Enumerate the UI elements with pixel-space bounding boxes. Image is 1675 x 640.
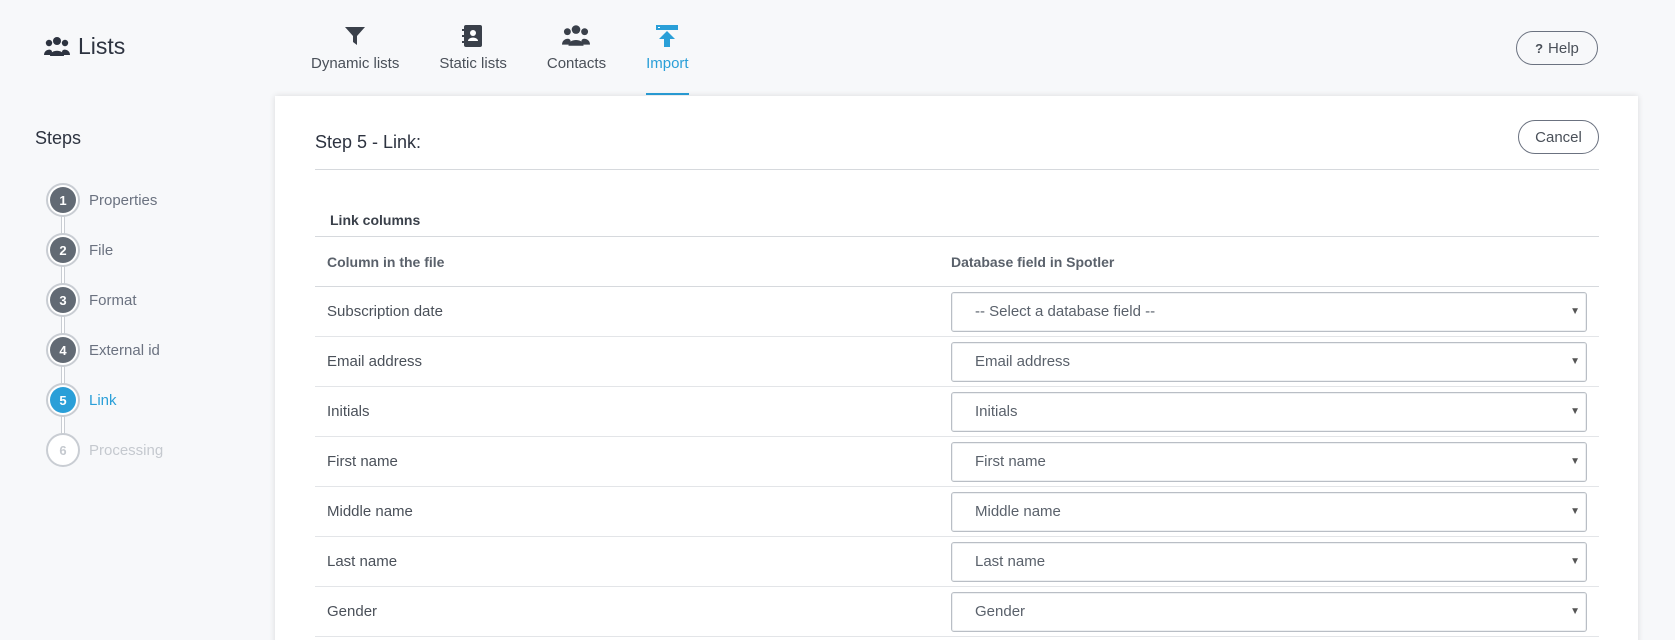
select-value: Gender <box>975 603 1026 620</box>
main-panel: Step 5 - Link: Cancel Link columns Colum… <box>275 96 1638 640</box>
database-field-select[interactable]: Gender ▼ <box>951 591 1587 632</box>
database-field-select[interactable]: Middle name ▼ <box>951 491 1587 532</box>
database-field-select[interactable]: Email address ▼ <box>951 341 1587 382</box>
step-format[interactable]: 3 Format <box>35 275 255 325</box>
step-label: External id <box>89 341 160 359</box>
select-value: Last name <box>975 553 1046 570</box>
step-label: File <box>89 241 114 259</box>
file-column-name: First name <box>327 453 398 470</box>
step-number-badge: 5 <box>46 383 80 417</box>
step-list: 1 Properties 2 File 3 Format 4 External … <box>35 175 255 475</box>
panel-header: Step 5 - Link: Cancel <box>315 120 1599 170</box>
select-value: Middle name <box>975 503 1061 520</box>
select-value: Initials <box>975 403 1018 420</box>
help-button[interactable]: ? Help <box>1516 31 1598 65</box>
step-processing: 6 Processing <box>35 425 255 475</box>
caret-down-icon: ▼ <box>1570 605 1580 617</box>
users-icon <box>561 23 591 49</box>
nav-dynamic-lists[interactable]: Dynamic lists <box>311 0 399 96</box>
nav-label: Import <box>646 55 689 72</box>
caret-down-icon: ▼ <box>1570 505 1580 517</box>
app-brand: Lists <box>44 33 125 60</box>
select-value: First name <box>975 453 1046 470</box>
select-value: -- Select a database field -- <box>975 303 1156 320</box>
nav-import[interactable]: Import <box>646 0 689 96</box>
table-row: Subscription date -- Select a database f… <box>315 287 1599 337</box>
caret-down-icon: ▼ <box>1570 355 1580 367</box>
upload-icon <box>652 23 682 49</box>
database-field-select[interactable]: Last name ▼ <box>951 541 1587 582</box>
database-field-select[interactable]: First name ▼ <box>951 441 1587 482</box>
step-file[interactable]: 2 File <box>35 225 255 275</box>
nav-label: Dynamic lists <box>311 55 400 72</box>
caret-down-icon: ▼ <box>1570 555 1580 567</box>
file-column-name: Middle name <box>327 503 413 520</box>
help-label: Help <box>1548 39 1579 57</box>
address-book-icon <box>458 23 488 49</box>
steps-sidebar: Steps 1 Properties 2 File 3 Format 4 Ext… <box>35 128 255 475</box>
table-header: Column in the file Database field in Spo… <box>315 237 1599 287</box>
table-row: First name First name ▼ <box>315 437 1599 487</box>
table-row: Last name Last name ▼ <box>315 537 1599 587</box>
file-column-name: Email address <box>327 353 423 370</box>
cancel-button[interactable]: Cancel <box>1518 120 1599 154</box>
top-bar: Lists Dynamic lists Static lists Contact… <box>0 0 1675 96</box>
file-column-name: Initials <box>327 403 370 420</box>
nav-static-lists[interactable]: Static lists <box>439 0 507 96</box>
step-external-id[interactable]: 4 External id <box>35 325 255 375</box>
table-row: Email address Email address ▼ <box>315 337 1599 387</box>
step-number: 1 <box>50 187 76 213</box>
step-number-badge: 2 <box>46 233 80 267</box>
file-column-name: Gender <box>327 603 378 620</box>
filter-icon <box>340 23 370 49</box>
file-column-name: Subscription date <box>327 303 443 320</box>
column-header-file: Column in the file <box>327 253 445 270</box>
nav-label: Static lists <box>439 55 507 72</box>
caret-down-icon: ▼ <box>1570 405 1580 417</box>
page-title: Step 5 - Link: <box>315 132 422 152</box>
app-title: Lists <box>78 33 126 59</box>
question-icon: ? <box>1535 40 1544 56</box>
step-label: Properties <box>89 191 158 209</box>
step-number-badge: 6 <box>46 433 80 467</box>
section-title: Link columns <box>315 212 1599 237</box>
steps-title: Steps <box>35 128 82 148</box>
select-value: Email address <box>975 353 1071 370</box>
database-field-select[interactable]: Initials ▼ <box>951 391 1587 432</box>
step-number-badge: 4 <box>46 333 80 367</box>
column-header-database: Database field in Spotler <box>951 253 1115 270</box>
file-column-name: Last name <box>327 553 398 570</box>
step-number: 4 <box>50 337 76 363</box>
main-nav: Dynamic lists Static lists Contacts Impo… <box>311 0 729 96</box>
link-columns-table: Link columns Column in the file Database… <box>315 212 1599 637</box>
caret-down-icon: ▼ <box>1570 305 1580 317</box>
step-label: Processing <box>89 441 164 459</box>
users-icon <box>44 36 70 58</box>
step-number-badge: 3 <box>46 283 80 317</box>
step-label: Link <box>89 391 117 409</box>
nav-contacts[interactable]: Contacts <box>547 0 606 96</box>
database-field-select[interactable]: -- Select a database field -- ▼ <box>951 291 1587 332</box>
table-row: Gender Gender ▼ <box>315 587 1599 637</box>
caret-down-icon: ▼ <box>1570 455 1580 467</box>
step-label: Format <box>89 291 137 309</box>
step-link[interactable]: 5 Link <box>35 375 255 425</box>
table-row: Middle name Middle name ▼ <box>315 487 1599 537</box>
step-number: 3 <box>50 287 76 313</box>
step-number: 6 <box>50 437 76 463</box>
step-number: 2 <box>50 237 76 263</box>
table-row: Initials Initials ▼ <box>315 387 1599 437</box>
step-number-badge: 1 <box>46 183 80 217</box>
step-properties[interactable]: 1 Properties <box>35 175 255 225</box>
nav-label: Contacts <box>546 55 607 72</box>
step-number: 5 <box>50 387 76 413</box>
